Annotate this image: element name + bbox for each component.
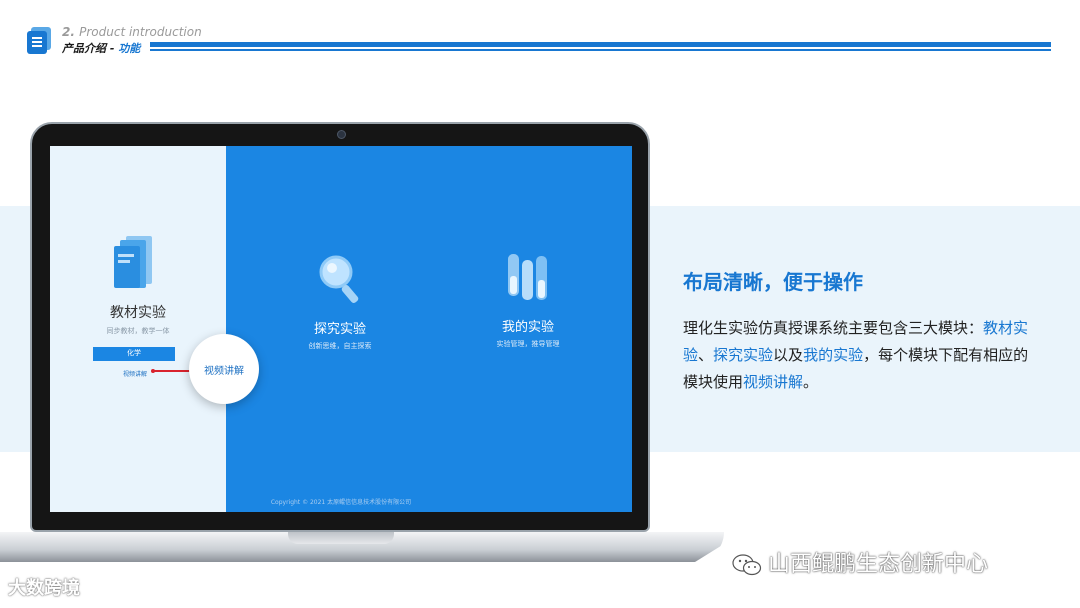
books-icon <box>114 236 152 288</box>
laptop-notch <box>288 532 394 544</box>
desc-highlight-my-experiments: 我的实验 <box>803 346 864 364</box>
section-title-accent: 功能 <box>118 42 141 55</box>
feature-heading: 布局清晰，便于操作 <box>683 270 863 294</box>
section-title: 产品介绍 - 功能 <box>62 40 140 56</box>
copyright-text: Copyright © 2021 太原鲲信信息技术股份有限公司 <box>270 499 412 506</box>
wechat-icon <box>732 554 762 576</box>
desc-end: 。 <box>803 373 819 391</box>
watermark-right-text: 山西鲲鹏生态创新中心 <box>768 552 989 577</box>
chemistry-button[interactable]: 化学 <box>93 347 175 361</box>
section-title-main: 产品介绍 <box>62 42 106 55</box>
section-title-separator: - <box>106 42 119 55</box>
desc-highlight-video: 视频讲解 <box>743 373 804 391</box>
video-explanation-callout: 视频讲解 <box>189 334 259 404</box>
video-explanation-link[interactable]: 视频讲解 <box>123 369 147 378</box>
desc-highlight-explore: 探究实验 <box>713 346 774 364</box>
document-icon <box>27 27 51 54</box>
module-my-experiments-title[interactable]: 我的实验 <box>458 316 598 335</box>
callout-line <box>154 370 194 372</box>
module-my-experiments-subtitle: 实验管理，推导管理 <box>496 340 560 348</box>
desc-separator: 、 <box>698 346 714 364</box>
magnifier-icon <box>319 255 359 304</box>
webcam-icon <box>337 130 346 139</box>
header-rule-thick <box>150 42 1051 47</box>
section-number: 2. Product introduction <box>62 25 202 39</box>
feature-description: 理化生实验仿真授课系统主要包含三大模块：教材实验、探究实验以及我的实验，每个模块… <box>683 315 1043 396</box>
watermark-left-text: 大数跨境 <box>8 578 80 599</box>
module-explore-subtitle: 创新思维，自主探索 <box>308 342 372 350</box>
laptop-screen: 教材实验 同步教材，教学一体 化学 视频讲解 视频讲解 探究实验 创新思维，自主… <box>50 146 632 512</box>
watermark-left: 大数跨境 <box>8 574 80 600</box>
module-explore-title[interactable]: 探究实验 <box>270 318 410 337</box>
callout-label: 视频讲解 <box>204 365 244 377</box>
section-english-title: Product introduction <box>79 25 202 39</box>
header-rule-thin <box>150 49 1051 51</box>
desc-intro: 理化生实验仿真授课系统主要包含三大模块： <box>683 319 984 337</box>
watermark-right: 山西鲲鹏生态创新中心 <box>732 546 988 578</box>
desc-conjunction: 以及 <box>773 346 804 364</box>
module-textbook-subtitle: 同步教材，教学一体 <box>106 327 170 335</box>
module-textbook-title[interactable]: 教材实验 <box>50 302 226 322</box>
test-tubes-icon <box>508 254 547 300</box>
section-index: 2. <box>62 25 75 39</box>
